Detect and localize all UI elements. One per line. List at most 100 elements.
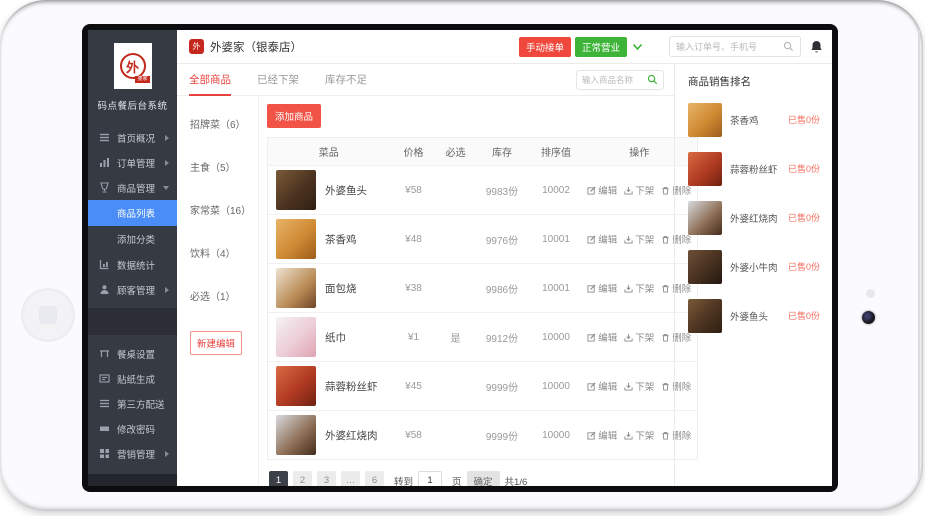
order-chart-icon [98,157,110,169]
table-row: 纸巾 ¥1 是 9912份 10000 编辑 下架 [268,313,698,362]
category-staple[interactable]: 主食（5） [190,159,258,202]
business-status-button[interactable]: 正常营业 [575,37,627,57]
col-header-required: 必选 [438,138,474,166]
dish-name: 面包烧 [325,281,357,296]
sidebar-nav-secondary: 餐桌设置 贴纸生成 第三方配送 修改密码 [88,335,177,466]
product-table: 菜品 价格 必选 库存 排序值 操作 [267,137,698,460]
category-signature[interactable]: 招牌菜（6） [190,116,258,159]
edit-button[interactable]: 编辑 [587,183,617,197]
content-row: 全部商品 已经下架 库存不足 招牌菜（6） 主食（5） [177,64,832,486]
delivery-icon [98,398,110,410]
category-required[interactable]: 必选（1） [190,288,258,331]
sidebar-item-label: 餐桌设置 [117,347,155,361]
edit-button[interactable]: 编辑 [587,232,617,246]
main-area: 外 外婆家（银泰店） 手动接单 正常营业 [177,30,832,486]
product-search-input[interactable] [582,75,647,85]
edit-button[interactable]: 编辑 [587,379,617,393]
dish-stock: 9983份 [474,166,531,215]
dish-required [438,264,474,313]
sidebar-item-product-list[interactable]: 商品列表 [88,200,177,226]
dish-sort: 10001 [531,215,582,264]
dish-sort: 10000 [531,362,582,411]
category-homestyle[interactable]: 家常菜（16） [190,202,258,245]
page-button-3[interactable]: 3 [317,471,336,486]
dish-required [438,215,474,264]
off-shelf-button[interactable]: 下架 [624,428,654,442]
dish-sort: 10000 [531,313,582,362]
edit-button[interactable]: 编辑 [587,330,617,344]
edit-button[interactable]: 编辑 [587,281,617,295]
sidebar-item-password[interactable]: 修改密码 [88,416,177,441]
order-search-box [669,36,801,57]
dish-required [438,362,474,411]
sidebar-item-table-settings[interactable]: 餐桌设置 [88,341,177,366]
manual-order-button[interactable]: 手动接单 [519,37,571,57]
sidebar-item-statistics[interactable]: 数据统计 [88,252,177,277]
sidebar-item-products[interactable]: 商品管理 [88,175,177,200]
notification-bell-icon[interactable] [810,40,823,54]
goto-page-input[interactable] [418,471,442,486]
statistics-icon [98,259,110,271]
dish-price: ¥58 [390,166,438,215]
tablet-camera [862,311,875,324]
sidebar-item-add-category[interactable]: 添加分类 [88,226,177,252]
off-shelf-button[interactable]: 下架 [624,232,654,246]
tablet-home-button[interactable] [22,289,74,341]
ranking-sold-badge: 已售0份 [788,211,820,224]
dish-sort: 10002 [531,166,582,215]
order-search-input[interactable] [676,42,783,52]
edit-button[interactable]: 编辑 [587,428,617,442]
dish-name: 纸巾 [325,330,346,345]
page-button-ellipsis[interactable]: … [341,471,360,486]
off-shelf-button[interactable]: 下架 [624,183,654,197]
tab-off-shelf[interactable]: 已经下架 [257,64,299,96]
logo-area: 外 婆家 码点餐后台系统 [88,30,177,112]
password-icon [98,423,110,435]
sidebar-item-orders[interactable]: 订单管理 [88,150,177,175]
table-row: 面包烧 ¥38 9986份 10001 编辑 下架 [268,264,698,313]
col-header-sort: 排序值 [531,138,582,166]
grid-icon [98,448,110,460]
table-row: 外婆红烧肉 ¥58 9999份 10000 编辑 下架 [268,411,698,460]
category-drinks[interactable]: 饮料（4） [190,245,258,288]
dish-photo [276,415,316,455]
chevron-right-icon [165,451,169,457]
dish-stock: 9986份 [474,264,531,313]
top-bar-right: 手动接单 正常营业 [519,36,823,57]
tab-low-stock[interactable]: 库存不足 [325,64,367,96]
add-product-button[interactable]: 添加商品 [267,104,321,128]
status-chevron-down-icon[interactable] [632,43,643,51]
ranking-sold-badge: 已售0份 [788,260,820,273]
ranking-item: 蒜蓉粉丝虾 已售0份 [688,144,820,193]
new-category-button[interactable]: 新建编辑 [190,331,242,355]
dish-photo [276,366,316,406]
sidebar-item-sticker-generate[interactable]: 贴纸生成 [88,366,177,391]
page-button-2[interactable]: 2 [293,471,312,486]
dish-stock: 9999份 [474,362,531,411]
dish-name: 茶香鸡 [325,232,357,247]
page-button-1[interactable]: 1 [269,471,288,486]
sidebar-item-delivery[interactable]: 第三方配送 [88,391,177,416]
page-button-6[interactable]: 6 [365,471,384,486]
chevron-right-icon [165,135,169,141]
ranking-dish-name: 蒜蓉粉丝虾 [730,162,778,176]
search-icon[interactable] [783,41,794,52]
dish-name: 蒜蓉粉丝虾 [325,379,378,394]
sales-ranking-panel: 商品销售排名 茶香鸡 已售0份 蒜蓉粉丝虾 已售0份 [674,64,832,486]
products-section: 全部商品 已经下架 库存不足 招牌菜（6） 主食（5） [177,64,674,486]
goods-icon [98,182,110,194]
off-shelf-button[interactable]: 下架 [624,379,654,393]
dish-name: 外婆红烧肉 [325,428,378,443]
sidebar-item-marketing[interactable]: 营销管理 [88,441,177,466]
off-shelf-button[interactable]: 下架 [624,330,654,344]
dish-photo [688,103,722,137]
dish-required [438,411,474,460]
sidebar-item-customers[interactable]: 顾客管理 [88,277,177,302]
search-icon-green[interactable] [647,74,658,85]
off-shelf-button[interactable]: 下架 [624,281,654,295]
goto-confirm-button[interactable]: 确定 [467,471,500,486]
sidebar-item-label: 顾客管理 [117,283,155,297]
system-name: 码点餐后台系统 [97,98,167,112]
sidebar-item-home[interactable]: 首页概况 [88,125,177,150]
tab-all-products[interactable]: 全部商品 [189,64,231,96]
